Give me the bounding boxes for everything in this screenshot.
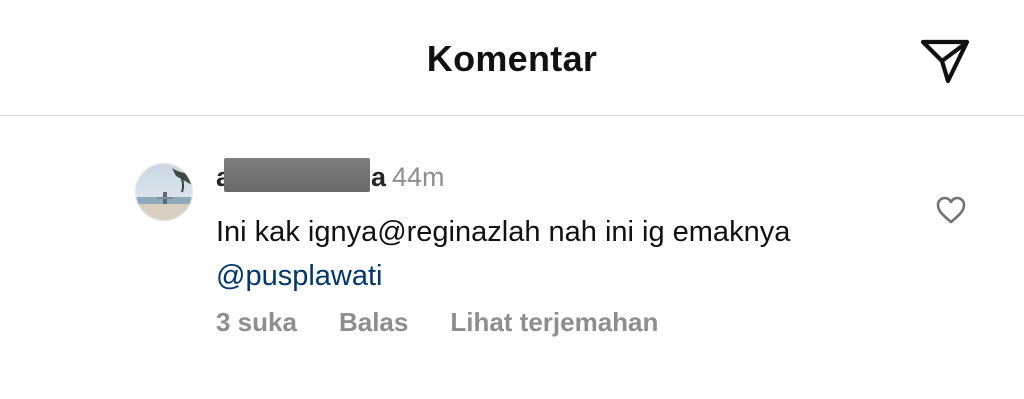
like-button[interactable] (933, 192, 969, 228)
avatar-image (136, 164, 192, 220)
comment-text-body: Ini kak ignya@reginazlah nah ini ig emak… (216, 216, 791, 248)
mention-link[interactable]: @pusplawati (216, 260, 382, 292)
redaction-block (224, 158, 370, 192)
reply-button[interactable]: Balas (339, 307, 408, 338)
comments-header: Komentar (0, 0, 1024, 116)
username-visible-end: a (371, 162, 387, 192)
comment-actions: 3 suka Balas Lihat terjemahan (216, 307, 658, 338)
likes-count[interactable]: 3 suka (216, 307, 297, 338)
share-button[interactable] (916, 34, 974, 88)
heart-outline-icon (936, 196, 966, 224)
comment-header: a a 44m (216, 158, 445, 196)
comment-text: Ini kak ignya@reginazlah nah ini ig emak… (216, 210, 856, 298)
translate-button[interactable]: Lihat terjemahan (450, 307, 658, 338)
paper-plane-icon (920, 39, 970, 84)
avatar[interactable] (135, 163, 193, 221)
username[interactable]: a a (216, 158, 386, 193)
page-title: Komentar (426, 38, 598, 79)
comment-time: 44m (392, 162, 445, 192)
